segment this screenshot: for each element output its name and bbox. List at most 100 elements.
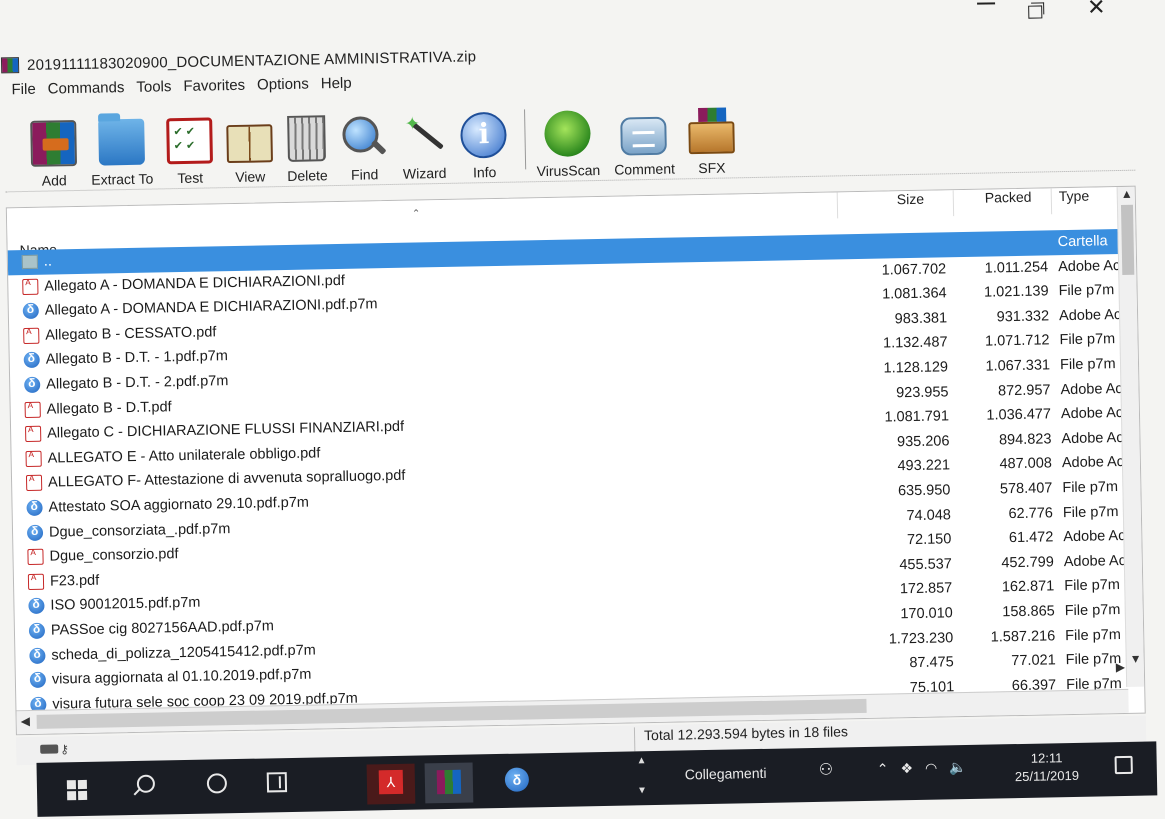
clock[interactable]: 12:11 25/11/2019 [1014, 749, 1079, 786]
column-packed[interactable]: Packed [985, 189, 1032, 206]
scroll-left-icon[interactable]: ◀ [21, 714, 31, 728]
file-list: Name ⌃ Size Packed Type ..CartellaAllega… [5, 185, 1146, 736]
file-type: Adobe Acrobat Document [1063, 528, 1126, 546]
file-name: Allegato A - DOMANDA E DICHIARAZIONI.pdf… [44, 296, 378, 319]
virusscan-button[interactable]: VirusScan [535, 96, 600, 179]
wifi-icon[interactable]: ◠ [925, 760, 938, 777]
wizard-button[interactable]: Wizard [400, 99, 448, 182]
task-view-icon[interactable] [266, 772, 288, 793]
column-divider[interactable] [1050, 188, 1053, 215]
menu-file[interactable]: File [11, 81, 35, 98]
delete-button[interactable]: Delete [286, 101, 328, 184]
file-name-cell: Allegato A - DOMANDA E DICHIARAZIONI.pdf… [22, 296, 378, 320]
file-packed: 1.036.477 [986, 406, 1052, 424]
scroll-right-icon[interactable]: ▶ [1116, 660, 1126, 674]
p7m-file-icon [28, 622, 46, 639]
file-packed: 872.957 [997, 381, 1051, 399]
file-type: Adobe Acrobat Document [1060, 380, 1123, 398]
file-type: Adobe Acrobat Document [1061, 454, 1125, 472]
column-size[interactable]: Size [897, 191, 925, 208]
sfx-icon [688, 121, 735, 155]
scroll-up-icon[interactable]: ▲ [1121, 187, 1133, 201]
menu-bar: File Commands Tools Favorites Options He… [11, 75, 351, 99]
extract-to-button[interactable]: Extract To [90, 105, 154, 188]
winrar-taskbar-icon[interactable] [424, 762, 474, 804]
file-packed: 1.067.331 [985, 357, 1051, 375]
comment-button[interactable]: Comment [613, 95, 675, 178]
clock-time: 12:11 [1030, 750, 1063, 766]
vertical-scroll-thumb[interactable] [1120, 204, 1135, 275]
file-size: 455.537 [899, 555, 952, 573]
file-packed: 1.011.254 [984, 258, 1049, 277]
chevron-down-icon[interactable]: ▼ [637, 785, 647, 796]
file-packed: 77.021 [1011, 652, 1056, 670]
file-type: Adobe Acrobat Document [1057, 257, 1121, 275]
clock-date: 25/11/2019 [1014, 767, 1080, 785]
volume-icon[interactable]: 🔈 [949, 759, 967, 776]
file-size: 172.857 [899, 580, 953, 598]
file-name: Attestato SOA aggiornato 29.10.pdf.p7m [48, 494, 310, 516]
dike-taskbar-icon[interactable] [493, 761, 542, 802]
drive-icon[interactable] [40, 744, 59, 754]
file-name: scheda_di_polizza_1205415412.pdf.p7m [51, 641, 316, 664]
info-button[interactable]: i Info [460, 98, 508, 181]
column-type[interactable]: Type [1059, 188, 1090, 205]
notification-icon[interactable] [1114, 755, 1133, 775]
delete-label: Delete [287, 167, 328, 184]
minimize-button[interactable] [977, 2, 996, 5]
scroll-down-icon[interactable]: ▼ [1130, 652, 1142, 666]
column-divider[interactable] [836, 192, 839, 219]
menu-favorites[interactable]: Favorites [183, 77, 245, 95]
file-packed: 158.865 [1002, 603, 1055, 621]
acrobat-taskbar-icon[interactable] [366, 763, 416, 805]
chevron-up-icon[interactable]: ▲ [636, 755, 646, 766]
file-name: Allegato A - DOMANDA E DICHIARAZIONI.pdf [44, 272, 346, 295]
cortana-icon[interactable] [206, 773, 228, 794]
title-bar: 20191111183020900_DOCUMENTAZIONE AMMINIS… [0, 44, 477, 77]
file-name: PASSoe cig 8027156AAD.pdf.p7m [50, 618, 275, 639]
file-packed: 487.008 [999, 455, 1053, 473]
key-icon[interactable]: ⚷ [60, 742, 69, 756]
menu-commands[interactable]: Commands [48, 79, 125, 97]
test-button[interactable]: Test [166, 103, 214, 186]
status-summary: Total 12.293.594 bytes in 18 files [643, 723, 849, 744]
menu-options[interactable]: Options [257, 76, 309, 94]
file-size: 635.950 [897, 482, 951, 500]
file-size: 923.955 [895, 383, 949, 401]
pdf-file-icon [25, 450, 42, 467]
search-icon[interactable] [136, 774, 156, 793]
test-icon [166, 117, 214, 165]
close-button[interactable]: ✕ [1087, 0, 1106, 21]
file-size: 1.081.791 [884, 408, 950, 426]
menu-help[interactable]: Help [321, 75, 352, 93]
menu-tools[interactable]: Tools [136, 78, 171, 96]
start-button[interactable] [66, 779, 88, 801]
file-size: 1.723.230 [888, 629, 954, 647]
virusscan-icon [544, 110, 592, 158]
wizard-label: Wizard [402, 164, 447, 182]
file-name-cell: Allegato B - D.T. - 2.pdf.p7m [24, 373, 228, 394]
file-packed: 894.823 [998, 431, 1052, 449]
file-type: File p7m [1058, 282, 1115, 300]
file-rows: .. Cartella Allegato A - DOMANDA E DICHIAR… [7, 228, 1129, 718]
sfx-button[interactable]: SFX [687, 93, 735, 176]
file-name: Dgue_consorzio.pdf [49, 546, 179, 565]
dropbox-icon[interactable]: ❖ [900, 760, 913, 777]
file-name: F23.pdf [49, 572, 100, 590]
extract-to-label: Extract To [91, 170, 154, 188]
chevron-up-tray-icon[interactable]: ⌃ [877, 761, 889, 778]
maximize-button[interactable] [1028, 5, 1043, 19]
winrar-window: ✕ 20191111183020900_DOCUMENTAZIONE AMMIN… [0, 0, 1165, 819]
file-packed: 1.587.216 [990, 627, 1056, 646]
find-button[interactable]: Find [340, 100, 388, 183]
view-button[interactable]: View [226, 102, 274, 185]
status-divider [633, 727, 636, 752]
links-toolbar[interactable]: Collegamenti [685, 765, 767, 783]
folder-file-icon [21, 254, 38, 270]
file-type: Cartella [1057, 233, 1108, 251]
add-button[interactable]: Add [30, 106, 78, 189]
pdf-file-icon [24, 401, 41, 418]
column-divider[interactable] [952, 190, 955, 217]
people-icon[interactable]: ⚇ [819, 760, 834, 780]
file-packed: 1.071.712 [984, 332, 1050, 350]
